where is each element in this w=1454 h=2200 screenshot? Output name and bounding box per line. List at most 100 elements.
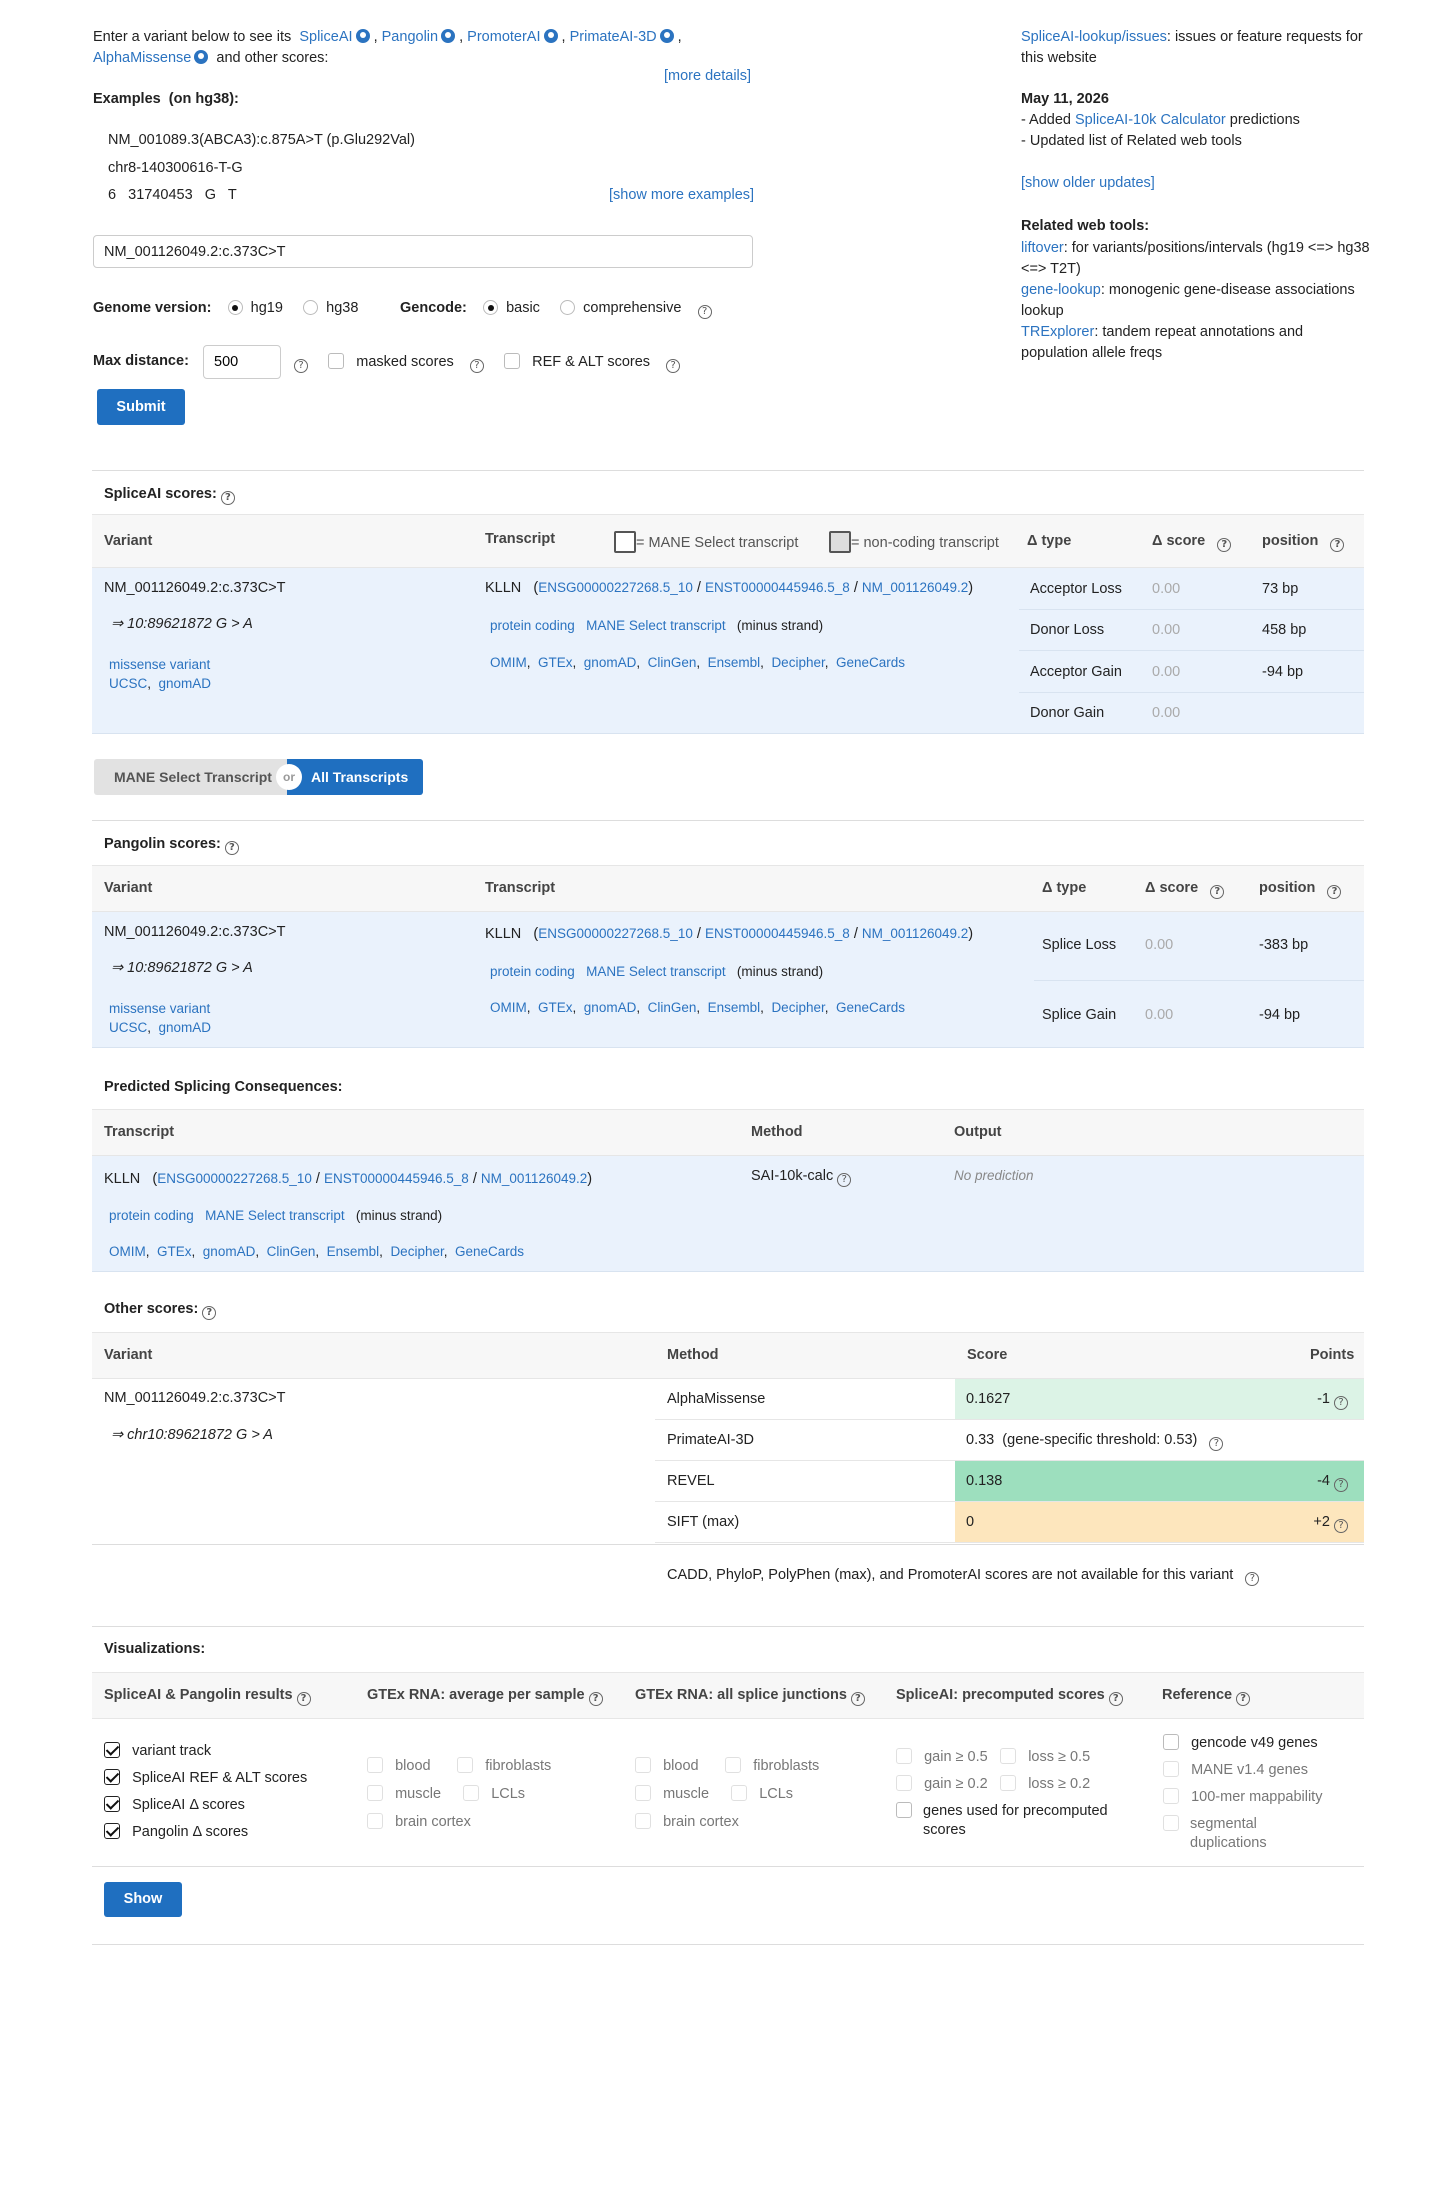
show-button[interactable]: Show <box>104 1882 182 1917</box>
gencode-genes-checkbox[interactable] <box>1163 1734 1179 1750</box>
help-icon[interactable]: ? <box>1209 1437 1224 1451</box>
transcript-toggle-left[interactable]: MANE Select Transcript <box>94 759 290 795</box>
help-icon[interactable]: ? <box>296 1692 311 1706</box>
consequence-link[interactable]: missense variant <box>109 1001 210 1016</box>
trexplorer-link[interactable]: TRExplorer <box>1021 324 1094 340</box>
genecards-link[interactable]: GeneCards <box>455 1244 524 1259</box>
junction-fibroblasts-checkbox[interactable] <box>725 1757 742 1773</box>
mane-genes-checkbox[interactable] <box>1163 1761 1179 1777</box>
link-primateai[interactable]: PrimateAI-3D <box>570 29 657 45</box>
variant-track-checkbox[interactable] <box>104 1742 120 1758</box>
gtex-fibroblasts-checkbox[interactable] <box>457 1757 474 1773</box>
help-icon[interactable]: ? <box>666 359 681 373</box>
nm-link[interactable]: NM_001126049.2 <box>862 926 968 941</box>
variant-search-input[interactable] <box>93 235 753 268</box>
gain-05-checkbox[interactable] <box>896 1748 912 1764</box>
loss-05-checkbox[interactable] <box>1000 1748 1017 1764</box>
help-icon[interactable]: ? <box>1217 538 1232 552</box>
github-icon[interactable] <box>194 50 209 64</box>
show-more-examples-link[interactable]: [show more examples] <box>609 187 754 203</box>
consequence-link[interactable]: missense variant <box>109 657 210 672</box>
gtex-link[interactable]: GTEx <box>538 1000 573 1015</box>
junction-lcls-checkbox[interactable] <box>731 1785 748 1801</box>
help-icon[interactable]: ? <box>837 1173 852 1187</box>
github-icon[interactable] <box>543 29 558 43</box>
help-icon[interactable]: ? <box>697 305 712 319</box>
genecards-link[interactable]: GeneCards <box>836 655 905 670</box>
enst-link[interactable]: ENST00000445946.5_8 <box>705 926 850 941</box>
gtex-muscle-checkbox[interactable] <box>367 1785 383 1801</box>
gnomad-link[interactable]: gnomAD <box>584 655 637 670</box>
gtex-lcls-checkbox[interactable] <box>463 1785 480 1801</box>
genecards-link[interactable]: GeneCards <box>836 1000 905 1015</box>
radio-hg19[interactable] <box>227 300 243 315</box>
submit-button[interactable]: Submit <box>97 389 185 425</box>
ensembl-link[interactable]: Ensembl <box>327 1244 380 1259</box>
ensg-link[interactable]: ENSG00000227268.5_10 <box>538 926 693 941</box>
help-icon[interactable]: ? <box>1330 538 1345 552</box>
help-icon[interactable]: ? <box>1327 885 1342 899</box>
gnomad-link[interactable]: gnomAD <box>159 676 212 691</box>
github-icon[interactable] <box>659 29 674 43</box>
spliceai-delta-checkbox[interactable] <box>104 1796 120 1812</box>
help-icon[interactable]: ? <box>469 359 484 373</box>
junction-blood-checkbox[interactable] <box>635 1757 651 1773</box>
junction-brain-checkbox[interactable] <box>635 1813 651 1829</box>
omim-link[interactable]: OMIM <box>490 1000 527 1015</box>
radio-hg38[interactable] <box>303 300 319 315</box>
ref-alt-scores-checkbox[interactable] <box>504 353 521 369</box>
decipher-link[interactable]: Decipher <box>771 1000 824 1015</box>
help-icon[interactable]: ? <box>850 1692 865 1706</box>
loss-02-checkbox[interactable] <box>1000 1775 1017 1791</box>
enst-link[interactable]: ENST00000445946.5_8 <box>324 1171 469 1186</box>
help-icon[interactable]: ? <box>1236 1692 1251 1706</box>
transcript-toggle-right[interactable]: All Transcripts <box>287 759 423 795</box>
clingen-link[interactable]: ClinGen <box>648 1000 697 1015</box>
gain-02-checkbox[interactable] <box>896 1775 912 1791</box>
help-icon[interactable]: ? <box>202 1306 217 1320</box>
nm-link[interactable]: NM_001126049.2 <box>481 1171 587 1186</box>
precomputed-genes-checkbox[interactable] <box>896 1802 912 1818</box>
help-icon[interactable]: ? <box>220 491 235 505</box>
issues-link[interactable]: SpliceAI-lookup/issues <box>1021 29 1167 45</box>
help-icon[interactable]: ? <box>1334 1478 1348 1492</box>
show-older-updates-link[interactable]: [show older updates] <box>1021 175 1155 191</box>
gene-lookup-link[interactable]: gene-lookup <box>1021 282 1101 298</box>
ucsc-link[interactable]: UCSC <box>109 1020 147 1035</box>
gtex-link[interactable]: GTEx <box>157 1244 192 1259</box>
help-icon[interactable]: ? <box>1245 1572 1260 1586</box>
spliceai-10k-link[interactable]: SpliceAI-10k Calculator <box>1075 112 1226 128</box>
help-icon[interactable]: ? <box>588 1692 603 1706</box>
mappability-checkbox[interactable] <box>1163 1788 1179 1804</box>
liftover-link[interactable]: liftover <box>1021 240 1064 256</box>
link-pangolin[interactable]: Pangolin <box>382 29 438 45</box>
link-alphamissense[interactable]: AlphaMissense <box>93 50 191 66</box>
gnomad-link[interactable]: gnomAD <box>159 1020 212 1035</box>
help-icon[interactable]: ? <box>1334 1519 1348 1533</box>
ensembl-link[interactable]: Ensembl <box>708 1000 761 1015</box>
decipher-link[interactable]: Decipher <box>771 655 824 670</box>
decipher-link[interactable]: Decipher <box>390 1244 443 1259</box>
omim-link[interactable]: OMIM <box>109 1244 146 1259</box>
max-distance-input[interactable] <box>203 345 281 379</box>
pangolin-delta-checkbox[interactable] <box>104 1823 120 1839</box>
more-details-link[interactable]: [more details] <box>664 68 751 84</box>
example-item[interactable]: chr8-140300616-T-G <box>108 160 243 176</box>
github-icon[interactable] <box>441 29 456 43</box>
example-item[interactable]: NM_001089.3(ABCA3):c.875A>T (p.Glu292Val… <box>108 132 415 148</box>
radio-basic[interactable] <box>483 300 498 315</box>
help-icon[interactable]: ? <box>1210 885 1225 899</box>
enst-link[interactable]: ENST00000445946.5_8 <box>705 580 850 595</box>
help-icon[interactable]: ? <box>294 359 308 373</box>
ensembl-link[interactable]: Ensembl <box>708 655 761 670</box>
junction-muscle-checkbox[interactable] <box>635 1785 651 1801</box>
help-icon[interactable]: ? <box>224 841 239 855</box>
segdup-checkbox[interactable] <box>1163 1815 1179 1831</box>
help-icon[interactable]: ? <box>1334 1396 1348 1410</box>
gtex-brain-checkbox[interactable] <box>367 1813 383 1829</box>
nm-link[interactable]: NM_001126049.2 <box>862 580 968 595</box>
clingen-link[interactable]: ClinGen <box>267 1244 316 1259</box>
gtex-blood-checkbox[interactable] <box>367 1757 383 1773</box>
gtex-link[interactable]: GTEx <box>538 655 573 670</box>
radio-comprehensive[interactable] <box>560 300 576 315</box>
